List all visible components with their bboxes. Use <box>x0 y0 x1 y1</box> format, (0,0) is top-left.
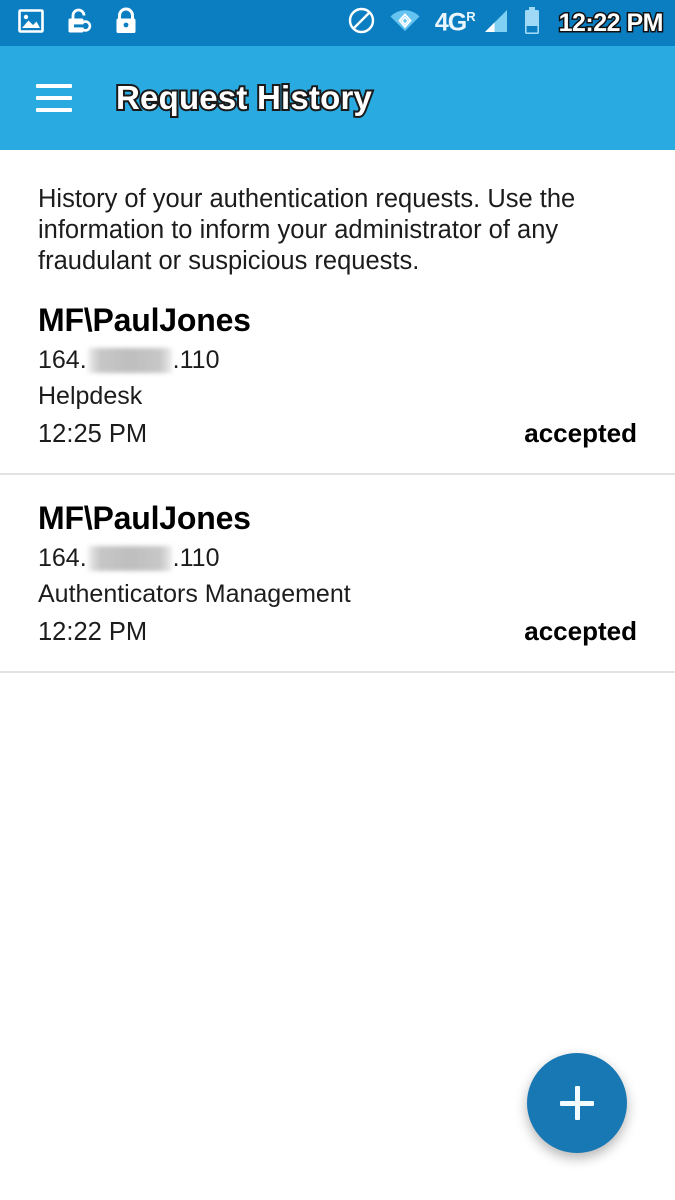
list-item[interactable]: MF\PaulJones 164. .110 Authenticators Man… <box>0 475 675 671</box>
request-time: 12:25 PM <box>38 420 148 448</box>
status-badge: accepted <box>524 418 637 448</box>
request-ip-prefix: 164. <box>38 346 87 374</box>
hamburger-bar <box>36 84 72 88</box>
request-footer: 12:25 PM accepted <box>38 418 637 473</box>
plus-icon <box>574 1086 580 1120</box>
request-ip: 164. .110 <box>38 543 637 574</box>
redacted-ip-block <box>87 546 172 571</box>
request-ip: 164. .110 <box>38 345 637 376</box>
hamburger-bar <box>36 96 72 100</box>
request-target: Authenticators Management <box>38 580 351 608</box>
main-content: History of your authentication requests.… <box>0 150 675 1200</box>
request-user: MF\PaulJones <box>38 302 251 338</box>
status-bar-clock: 12:22 PM <box>557 7 665 38</box>
request-footer: 12:22 PM accepted <box>38 616 637 671</box>
hamburger-bar <box>36 108 72 112</box>
status-bar: 4GR 12:22 PM <box>0 0 675 46</box>
image-icon <box>18 8 44 38</box>
hamburger-menu-icon[interactable] <box>36 84 72 112</box>
lock-icon <box>114 7 138 40</box>
status-badge: accepted <box>524 616 637 646</box>
app-screen: 4GR 12:22 PM Request History History of … <box>0 0 675 1200</box>
list-item[interactable]: MF\PaulJones 164. .110 Helpdesk 12:25 PM … <box>0 301 675 473</box>
network-4g-icon: 4GR <box>434 8 476 37</box>
add-request-fab[interactable] <box>527 1053 627 1153</box>
request-ip-prefix: 164. <box>38 544 87 572</box>
redacted-ip-block <box>87 348 172 373</box>
request-time: 12:22 PM <box>38 618 148 646</box>
app-bar: Request History <box>0 46 675 150</box>
list-divider <box>0 671 675 673</box>
signal-bars-icon <box>481 8 509 39</box>
intro-description: History of your authentication requests.… <box>38 185 576 275</box>
request-history-list: MF\PaulJones 164. .110 Helpdesk 12:25 PM … <box>0 301 675 673</box>
status-bar-right-icons: 4GR 12:22 PM <box>348 6 665 41</box>
do-not-disturb-icon <box>348 7 375 39</box>
request-target: Helpdesk <box>38 382 143 410</box>
unlock-key-icon <box>66 7 92 40</box>
request-user: MF\PaulJones <box>38 500 251 536</box>
request-ip-suffix: .110 <box>172 544 220 572</box>
request-ip-suffix: .110 <box>172 346 220 374</box>
page-title: Request History <box>114 77 374 118</box>
status-bar-left-icons <box>18 7 138 40</box>
battery-icon <box>523 6 541 41</box>
wifi-icon <box>389 9 421 38</box>
